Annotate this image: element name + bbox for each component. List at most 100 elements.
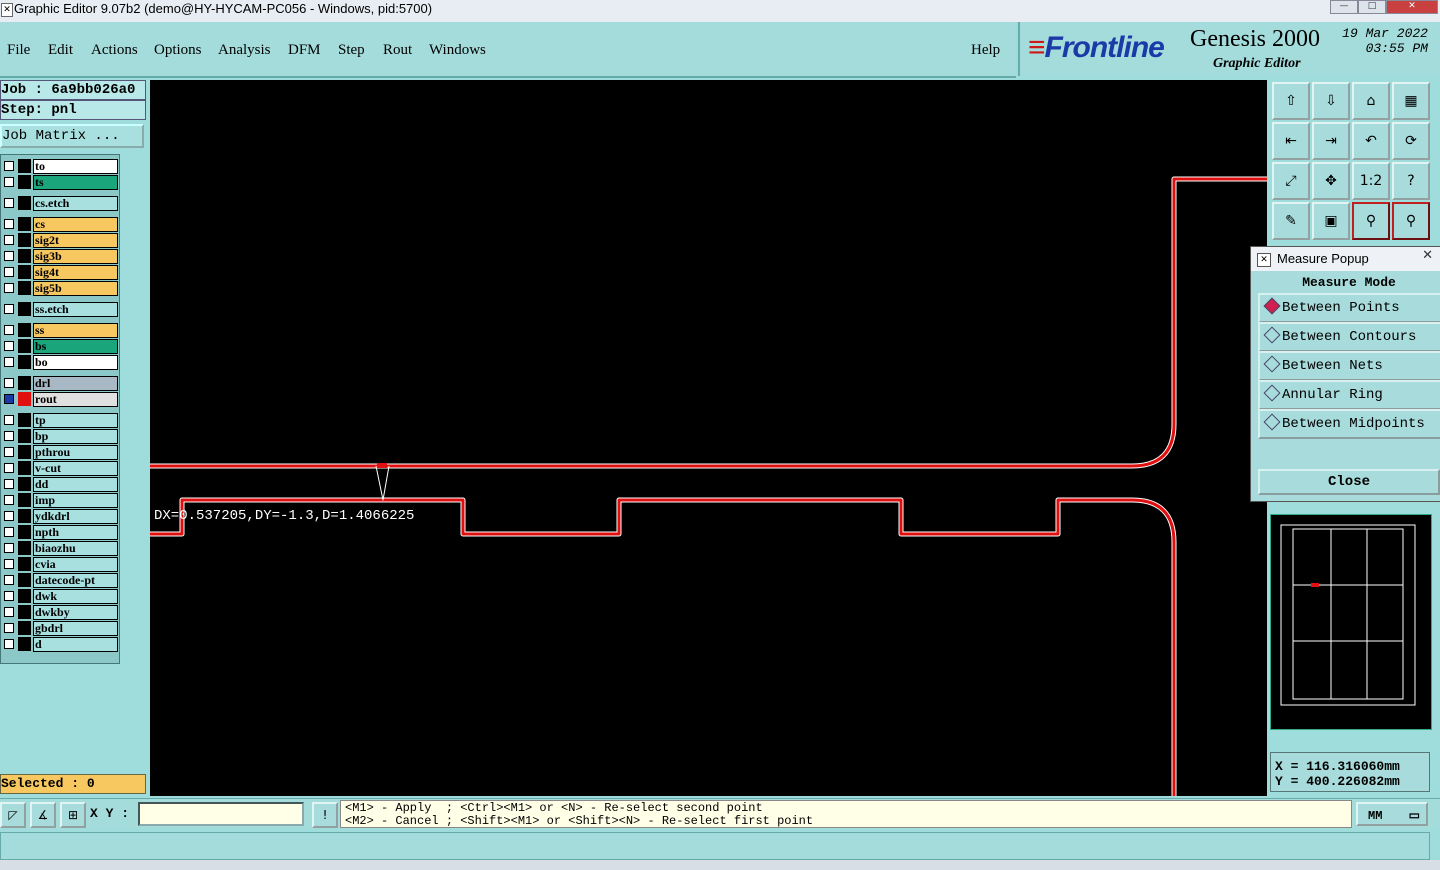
layer-checkbox[interactable] (4, 623, 14, 633)
layer-name[interactable]: dwk (33, 589, 118, 604)
layer-name[interactable]: cvia (33, 557, 118, 572)
layer-row-bp[interactable]: bp (1, 429, 119, 444)
layer-row-imp[interactable]: imp (1, 493, 119, 508)
layer-name[interactable]: imp (33, 493, 118, 508)
layer-color-swatch[interactable] (18, 323, 31, 337)
layer-color-swatch[interactable] (18, 429, 31, 443)
layer-checkbox[interactable] (4, 235, 14, 245)
panel-overview-map[interactable] (1270, 514, 1432, 730)
layer-row-cs.etch[interactable]: cs.etch (1, 196, 119, 211)
layer-checkbox[interactable] (4, 463, 14, 473)
layer-color-swatch[interactable] (18, 637, 31, 651)
layer-name[interactable]: cs.etch (33, 196, 118, 211)
layer-row-ts[interactable]: ts (1, 175, 119, 190)
layer-name[interactable]: dwkby (33, 605, 118, 620)
layer-name[interactable]: ts (33, 175, 118, 190)
measure-icon[interactable]: ⚲ (1352, 202, 1390, 240)
layer-checkbox[interactable] (4, 161, 14, 171)
measure-option[interactable]: Annular Ring (1258, 380, 1440, 410)
layer-checkbox[interactable] (4, 447, 14, 457)
layer-checkbox[interactable] (4, 495, 14, 505)
graphic-canvas[interactable]: DX=0.537205,DY=-1.3,D=1.4066225 (150, 80, 1267, 796)
layer-color-swatch[interactable] (18, 573, 31, 587)
layer-name[interactable]: ydkdrl (33, 509, 118, 524)
panel-icon[interactable]: ▦ (1392, 82, 1430, 120)
layer-color-swatch[interactable] (18, 621, 31, 635)
layer-checkbox[interactable] (4, 607, 14, 617)
layer-checkbox[interactable] (4, 543, 14, 553)
measure-option[interactable]: Between Nets (1258, 351, 1440, 381)
layer-name[interactable]: gbdrl (33, 621, 118, 636)
menu-dfm[interactable]: DFM (288, 41, 321, 59)
layer-name[interactable]: to (33, 159, 118, 174)
layer-row-sig5b[interactable]: sig5b (1, 281, 119, 296)
layer-row-npth[interactable]: npth (1, 525, 119, 540)
layer-color-swatch[interactable] (18, 159, 31, 173)
xy-input[interactable] (138, 802, 304, 826)
layer-name[interactable]: d (33, 637, 118, 652)
layer-row-datecode-pt[interactable]: datecode-pt (1, 573, 119, 588)
layer-row-dd[interactable]: dd (1, 477, 119, 492)
menu-analysis[interactable]: Analysis (218, 41, 271, 59)
layer-row-pthrou[interactable]: pthrou (1, 445, 119, 460)
layer-row-sig2t[interactable]: sig2t (1, 233, 119, 248)
layer-name[interactable]: tp (33, 413, 118, 428)
layer-name[interactable]: dd (33, 477, 118, 492)
menu-step[interactable]: Step (338, 41, 365, 59)
layer-checkbox[interactable] (4, 251, 14, 261)
layer-name[interactable]: cs (33, 217, 118, 232)
alert-icon[interactable]: ! (312, 802, 338, 828)
menu-edit[interactable]: Edit (48, 41, 73, 59)
layer-row-bo[interactable]: bo (1, 355, 119, 370)
layer-row-dwk[interactable]: dwk (1, 589, 119, 604)
angle-snap-icon[interactable]: ∡ (30, 802, 56, 828)
layer-checkbox[interactable] (4, 198, 14, 208)
measure-option[interactable]: Between Midpoints (1258, 409, 1440, 439)
layer-checkbox[interactable] (4, 219, 14, 229)
edit-tools-icon[interactable]: ✎ (1272, 202, 1310, 240)
layer-color-swatch[interactable] (18, 557, 31, 571)
layer-name[interactable]: rout (33, 392, 118, 407)
layer-checkbox[interactable] (4, 325, 14, 335)
layer-row-v-cut[interactable]: v-cut (1, 461, 119, 476)
layer-checkbox[interactable] (4, 511, 14, 521)
close-window-button[interactable]: ✕ (1386, 0, 1438, 14)
layer-checkbox[interactable] (4, 304, 14, 314)
layer-name[interactable]: v-cut (33, 461, 118, 476)
layer-name[interactable]: drl (33, 376, 118, 391)
layer-checkbox[interactable] (4, 431, 14, 441)
layer-row-dwkby[interactable]: dwkby (1, 605, 119, 620)
layer-checkbox[interactable] (4, 415, 14, 425)
layer-checkbox[interactable] (4, 357, 14, 367)
layer-color-swatch[interactable] (18, 355, 31, 369)
layer-checkbox[interactable] (4, 527, 14, 537)
layer-name[interactable]: biaozhu (33, 541, 118, 556)
layer-checkbox[interactable] (4, 283, 14, 293)
layer-row-cs[interactable]: cs (1, 217, 119, 232)
layer-color-swatch[interactable] (18, 541, 31, 555)
minimize-button[interactable]: — (1330, 0, 1358, 14)
menu-file[interactable]: File (7, 41, 30, 59)
layer-checkbox[interactable] (4, 177, 14, 187)
layer-row-tp[interactable]: tp (1, 413, 119, 428)
step-down-icon[interactable]: ⇩ (1312, 82, 1350, 120)
layer-name[interactable]: bo (33, 355, 118, 370)
layer-checkbox[interactable] (4, 341, 14, 351)
layer-color-swatch[interactable] (18, 392, 31, 406)
layer-checkbox[interactable] (4, 591, 14, 601)
layer-color-swatch[interactable] (18, 302, 31, 316)
layer-color-swatch[interactable] (18, 493, 31, 507)
layer-name[interactable]: datecode-pt (33, 573, 118, 588)
layer-color-swatch[interactable] (18, 589, 31, 603)
grid-icon[interactable]: ▣ (1312, 202, 1350, 240)
unit-select[interactable]: MM ▭ (1356, 802, 1428, 826)
maximize-button[interactable]: □ (1358, 0, 1386, 14)
menu-actions[interactable]: Actions (91, 41, 138, 59)
layer-name[interactable]: npth (33, 525, 118, 540)
layer-color-swatch[interactable] (18, 477, 31, 491)
layer-color-swatch[interactable] (18, 249, 31, 263)
layer-row-ydkdrl[interactable]: ydkdrl (1, 509, 119, 524)
layer-color-swatch[interactable] (18, 175, 31, 189)
layer-color-swatch[interactable] (18, 413, 31, 427)
layer-color-swatch[interactable] (18, 217, 31, 231)
